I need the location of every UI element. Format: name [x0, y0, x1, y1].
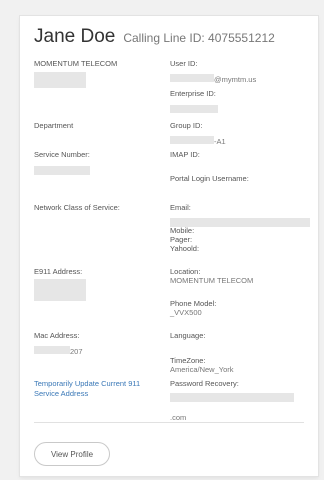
timezone-value: America/New_York [170, 365, 234, 374]
location-label: Location: [170, 267, 201, 276]
e911-block: E911 Address: [34, 267, 174, 301]
password-recovery-suffix: .com [170, 413, 187, 422]
department-block: Department [34, 121, 174, 130]
e911-label: E911 Address: [34, 267, 83, 276]
department-label: Department [34, 121, 74, 130]
location-block: Location: MOMENTUM TELECOM [170, 267, 310, 285]
service-number-label: Service Number: [34, 150, 90, 159]
redacted-value [170, 135, 214, 144]
phone-model-label: Phone Model: [170, 299, 217, 308]
email-label: Email: [170, 203, 191, 212]
company-name: MOMENTUM TELECOM [34, 59, 118, 68]
redacted-value [34, 166, 90, 176]
profile-header: Jane Doe Calling Line ID: 4075551212 [34, 26, 275, 48]
pager-label: Pager: [170, 235, 193, 244]
redacted-value [170, 73, 214, 82]
redacted-value [170, 393, 294, 403]
portal-login-block: Portal Login Username: [170, 174, 310, 183]
temp-update-block: Temporarily Update Current 911 Service A… [34, 379, 162, 398]
redacted-value [170, 104, 218, 113]
imap-id-block: IMAP ID: [170, 150, 310, 159]
enterprise-id-block: Enterprise ID: [170, 89, 310, 118]
timezone-block: TimeZone: America/New_York [170, 356, 310, 374]
phone-model-block: Phone Model: _VVX500 [170, 299, 310, 317]
location-value: MOMENTUM TELECOM [170, 276, 254, 285]
redacted-value [34, 345, 70, 354]
service-number-block: Service Number: [34, 150, 174, 180]
user-id-block: User ID: @mymtm.us [170, 59, 310, 87]
network-cos-block: Network Class of Service: [34, 203, 174, 212]
language-block: Language: [170, 331, 310, 340]
portal-login-label: Portal Login Username: [170, 174, 249, 183]
user-id-domain: @mymtm.us [214, 75, 257, 84]
calling-line-id: Calling Line ID: 4075551212 [123, 31, 275, 45]
mac-address-block: Mac Address: 207 [34, 331, 174, 359]
yahoo-label: Yahoold: [170, 244, 200, 253]
language-label: Language: [170, 331, 206, 340]
group-id-suffix: -A1 [214, 137, 226, 146]
timezone-label: TimeZone: [170, 356, 206, 365]
enterprise-id-label: Enterprise ID: [170, 89, 216, 98]
mac-address-label: Mac Address: [34, 331, 80, 340]
group-id-block: Group ID: -A1 [170, 121, 310, 149]
phone-model-value: _VVX500 [170, 308, 202, 317]
network-cos-label: Network Class of Service: [34, 203, 120, 212]
profile-card: Jane Doe Calling Line ID: 4075551212 MOME… [20, 16, 318, 476]
contact-block: Mobile: Pager: Yahoold: [170, 226, 310, 253]
mobile-label: Mobile: [170, 226, 195, 235]
mac-address-suffix: 207 [70, 347, 83, 356]
user-name: Jane Doe [34, 26, 116, 47]
user-id-label: User ID: [170, 59, 198, 68]
imap-id-label: IMAP ID: [170, 150, 200, 159]
password-recovery-label: Password Recovery: [170, 379, 239, 388]
company-block: MOMENTUM TELECOM [34, 59, 174, 89]
temp-update-911-link[interactable]: Temporarily Update Current 911 Service A… [34, 379, 162, 398]
divider [34, 422, 304, 423]
redacted-value [34, 279, 86, 301]
password-recovery-block: Password Recovery: .com [170, 379, 310, 425]
redacted-value [34, 71, 86, 88]
group-id-label: Group ID: [170, 121, 203, 130]
view-profile-button[interactable]: View Profile [34, 442, 110, 466]
